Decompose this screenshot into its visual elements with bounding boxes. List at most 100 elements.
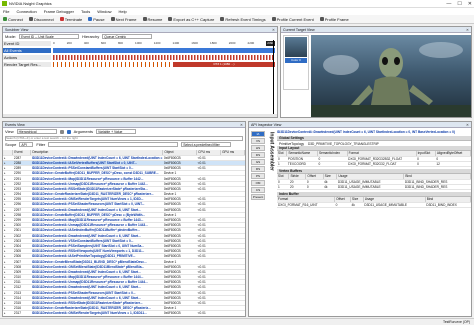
hierarchy-select[interactable]: Queue Centric [102,34,153,39]
expand-icon[interactable]: ▸ [4,296,6,300]
actions-bar[interactable] [53,55,275,60]
close-icon[interactable]: ✕ [466,28,471,32]
mode-select[interactable]: Event ID -- Unit Scale [19,34,80,39]
stage-button-cs[interactable]: CS [251,187,265,193]
expand-icon[interactable]: ▸ [4,239,6,243]
expand-icon[interactable]: ▸ [4,223,6,227]
settings-icon[interactable] [59,129,64,134]
expand-icon[interactable]: ▸ [4,156,6,160]
table-cell: 0 [317,161,348,168]
stage-button-vs[interactable]: VS [251,138,265,144]
expand-icon[interactable]: ▸ [4,260,6,264]
scrubber-cursor[interactable] [273,40,274,116]
expand-icon[interactable]: ▸ [4,228,6,232]
close-icon[interactable]: ✕ [272,28,277,32]
table-cell: DXGI_FORMAT_R32G32_FLOAT [347,161,417,168]
scrubber-area[interactable]: Event ID All Events Actions Render Targe… [3,40,277,117]
stage-button-gs[interactable]: GS [251,159,265,165]
close-icon[interactable]: ✕ [240,123,245,127]
menu-help[interactable]: Help [119,9,127,14]
connect-button[interactable]: Connect [3,17,23,22]
rt-label-bar[interactable]: RT# 1 (1080 ...) [173,62,275,67]
tick-label: 400 [83,41,89,45]
menu-frame-debugger[interactable]: Frame Debugger [44,9,74,14]
menu-window[interactable]: Window [97,9,111,14]
expand-icon[interactable]: ▸ [4,270,6,274]
stage-button-ps[interactable]: PS [251,173,265,179]
stage-button-present[interactable]: Present [251,194,265,200]
table-row[interactable]: 1 20 0 4k D3D11_USAGE_IMMUTABLE D3D11_BIND_SH… [277,184,471,191]
expand-icon[interactable]: ▸ [4,208,6,212]
expand-icon[interactable]: ▸ [4,218,6,222]
expand-icon[interactable]: ▸ [4,234,6,238]
expand-icon[interactable]: ▸ [4,275,6,279]
expand-icon[interactable]: ▸ [4,213,6,217]
stage-button-ia[interactable]: IA [251,131,265,137]
menu-connection[interactable]: Connection [16,9,36,14]
stage-button-om[interactable]: OM [251,180,265,186]
search-input[interactable] [5,135,243,141]
close-icon[interactable]: ✕ [466,123,471,127]
close-button[interactable]: ✕ [468,1,472,7]
next-frame-button[interactable]: Next Frame [110,17,137,22]
menu-bar: File Connection Frame Debugger Tools Win… [0,8,474,15]
expand-icon[interactable]: ▸ [4,202,6,206]
expand-icon[interactable]: ▸ [4,285,6,289]
export-cpp-button[interactable]: Export as C++ Capture [168,17,214,22]
expand-icon[interactable]: ▸ [4,249,6,253]
predefined-filter-select[interactable]: Select a predefined filter [181,142,232,147]
cell-description: ID3D11DeviceContext4::PSSetSamplers(UINT… [30,243,163,250]
expand-icon[interactable]: ▸ [4,265,6,269]
expand-icon[interactable]: ▸ [4,177,6,181]
table-row[interactable]: 0 20 0 4k D3D11_USAGE_IMMUTABLE D3D11_BIND_SH… [277,179,471,185]
tick-labels: 0 200 400 600 800 1000 1200 1400 1600 18… [53,41,275,46]
maximize-button[interactable]: ☐ [457,1,461,7]
export-icon [168,17,173,21]
expand-icon[interactable]: ▸ [4,182,6,186]
menu-tools[interactable]: Tools [81,9,90,14]
profile-frame-button[interactable]: Profile Frame [319,17,349,22]
expand-icon[interactable]: ▸ [4,192,6,196]
thumbnail-strip[interactable]: Color 0 [283,35,309,90]
table-cell: 1 [277,161,287,168]
table-row[interactable]: 1 TEXCOORD 0 DXGI_FORMAT_R32G32_FLOAT 0 12 [277,161,471,168]
resume-icon [142,17,147,21]
status-process: TestRun.exe (OP) [443,320,470,324]
expand-icon[interactable]: ▸ [4,280,6,284]
table-row[interactable]: ▸ 2317 ID3D11DeviceContext4::OMSetRenderTa… [3,310,245,316]
table-row[interactable]: DXGI_FORMAT_R16_UINT 0 4k D3D11_USAGE_IMMUT… [277,202,471,209]
table-cell: DXGI_FORMAT_R16_UINT [277,202,335,209]
stage-button-ds[interactable]: DS [251,152,265,158]
scrubber-scrollbar[interactable] [3,114,277,117]
expand-icon[interactable]: ▸ [4,197,6,201]
expand-icon[interactable]: ▸ [4,244,6,248]
stage-button-hs[interactable]: HS [251,145,265,151]
expand-icon[interactable]: ▸ [4,187,6,191]
resume-button[interactable]: Resume [142,17,162,22]
expand-icon[interactable]: ▸ [4,171,6,175]
all-events-bar[interactable] [53,48,275,53]
view-select[interactable]: Hierarchical [16,129,57,134]
expand-icon[interactable]: ▸ [4,254,6,258]
tick-label: 1800 [210,41,217,45]
terminate-button[interactable]: Terminate [59,17,82,22]
profile-event-button[interactable]: Profile Current Event [271,17,314,22]
expand-icon[interactable]: ▸ [4,301,6,305]
target-image[interactable] [311,35,471,117]
expand-icon[interactable]: ▸ [4,161,6,165]
refresh-timings-button[interactable]: Refresh Event Timings [220,17,266,22]
expand-icon[interactable]: ▸ [4,306,6,310]
arguments-select[interactable]: Variable + Value [95,129,136,134]
pause-button[interactable]: Pause [88,17,105,22]
expand-icon[interactable]: ▸ [4,311,6,315]
stage-button-rs[interactable]: RS [251,166,265,172]
expand-icon[interactable]: ▸ [4,291,6,295]
filter-input[interactable] [48,142,179,147]
thumbnail-image[interactable] [285,37,307,57]
arguments-toggle-icon[interactable] [66,129,71,134]
disconnect-button[interactable]: Disconnect [28,17,54,22]
minimize-button[interactable]: — [446,1,451,7]
menu-file[interactable]: File [3,9,9,14]
scope-select[interactable]: API [19,142,34,147]
expand-icon[interactable]: ▸ [4,166,6,170]
